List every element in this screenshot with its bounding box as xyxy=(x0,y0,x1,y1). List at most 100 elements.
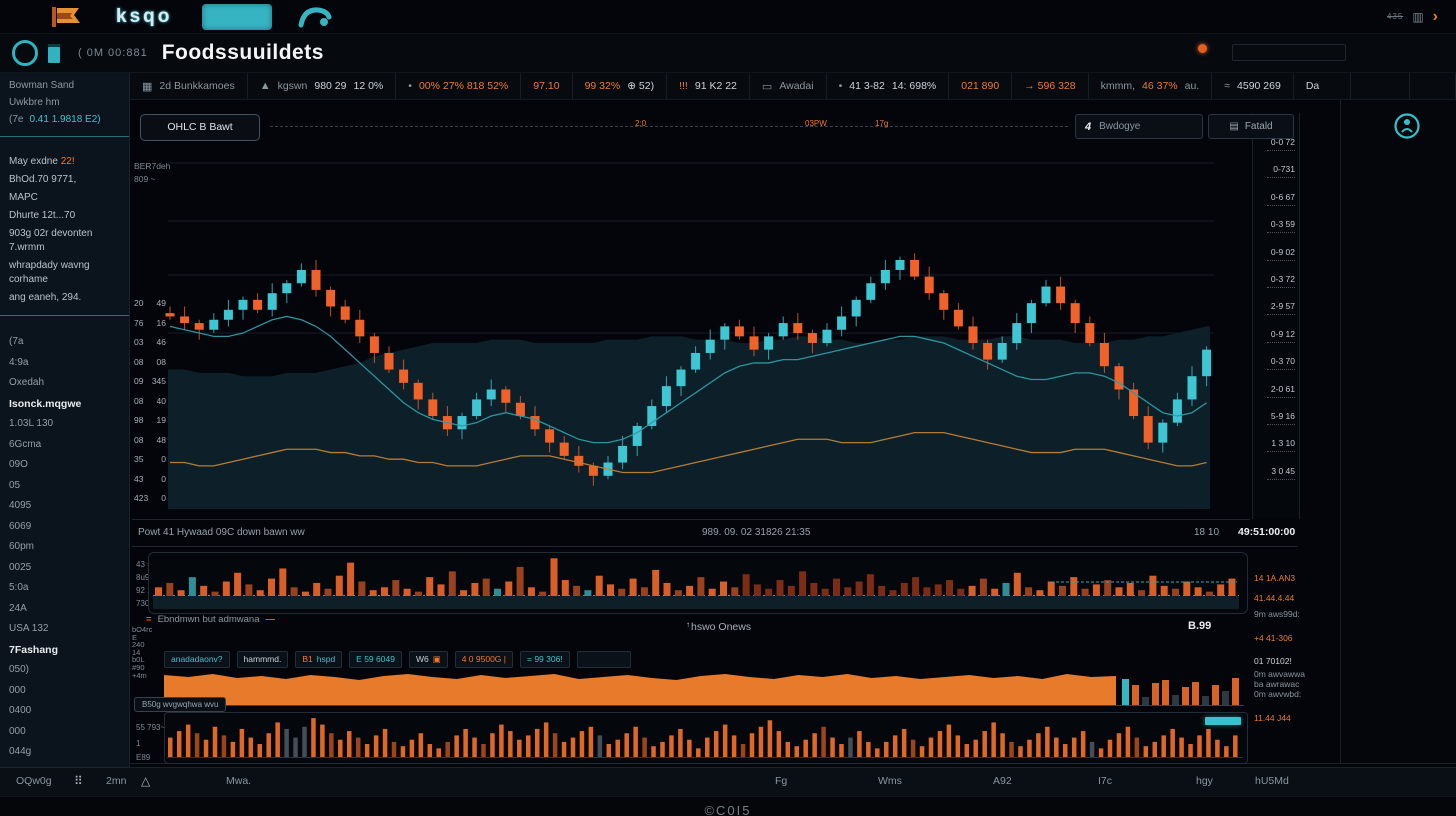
sidebar-item[interactable]: 24A xyxy=(0,599,129,620)
sidebar-item[interactable]: May exdne 22! xyxy=(0,153,129,171)
sidebar-item[interactable]: Bowman Sand xyxy=(0,77,129,94)
fatald-button[interactable]: ▤ Fatald xyxy=(1208,114,1294,139)
histogram-chip[interactable]: B50g wvgwqhwa wvu xyxy=(134,697,226,712)
histogram-panel[interactable] xyxy=(164,712,1248,764)
toolbar-segment[interactable]: 99 32%⊕ 52) xyxy=(573,73,668,99)
sidebar-item[interactable]: Isonck.mqgwe xyxy=(0,394,129,415)
sidebar-item[interactable]: USA 132 xyxy=(0,619,129,640)
card-icon[interactable] xyxy=(48,44,60,63)
filter-chip[interactable]: anadadaonv? xyxy=(164,651,230,668)
filter-chip[interactable]: = 99 306! xyxy=(520,651,570,668)
sidebar-item[interactable]: 05 xyxy=(0,476,129,497)
braille-icon[interactable]: ⠿ xyxy=(74,774,83,788)
band-axis-label: bO4rc xyxy=(132,626,168,634)
sidebar-item[interactable]: 4:9a xyxy=(0,353,129,374)
axis-tick xyxy=(1267,314,1295,315)
sidebar-item[interactable]: Oxedah xyxy=(0,373,129,394)
sidebar-item[interactable]: (7e0.41 1.9818 E2) xyxy=(0,111,129,128)
toolbar-segment[interactable]: 97.10 xyxy=(521,73,572,99)
sidebar-item[interactable]: BhOd.70 9771, xyxy=(0,171,129,189)
sidebar-item[interactable]: 09O xyxy=(0,455,129,476)
toolbar-segment[interactable]: 021 890 xyxy=(949,73,1012,99)
body: Bowman SandUwkbre hm(7e0.41 1.9818 E2) Ma… xyxy=(0,73,1456,767)
price-axis-label: 2-0 61 xyxy=(1255,384,1295,398)
sidebar-item[interactable]: 6Gcma xyxy=(0,435,129,456)
board-icon: ▤ xyxy=(1229,121,1238,132)
window-icon[interactable]: ▥ xyxy=(1412,10,1423,24)
price-axis-label: 0-3 70 xyxy=(1255,356,1295,370)
sidebar-item[interactable]: 0400 xyxy=(0,701,129,722)
toolbar-segment[interactable] xyxy=(1351,73,1411,99)
bottom-nav-item[interactable]: OQw0g xyxy=(16,775,52,787)
chart-search[interactable]: 4 Bwdogye xyxy=(1075,114,1203,139)
chip-text: 4 0 9500G | xyxy=(462,654,506,665)
filter-chip[interactable]: E 59 6049 xyxy=(349,651,402,668)
toolbar-segment[interactable]: • 00% 27% 818 52% xyxy=(396,73,521,99)
triangle-icon[interactable]: △ xyxy=(141,774,150,788)
filter-chip[interactable]: B1hspd xyxy=(295,651,342,668)
sidebar-item[interactable]: Dhurte 12t...70 xyxy=(0,207,129,225)
price-axis[interactable]: 0-0 720-7310-6 670-3 590-9 020-3 722-9 5… xyxy=(1252,113,1300,519)
sidebar-item[interactable]: 000 xyxy=(0,722,129,743)
toolbar-segment[interactable]: ▲kgswn980 2912 0% xyxy=(248,73,397,99)
filter-chip[interactable]: W6▣ xyxy=(409,651,448,668)
swoosh-icon[interactable] xyxy=(298,5,332,29)
candlestick-chart[interactable] xyxy=(132,113,1250,520)
sidebar-item[interactable]: 050) xyxy=(0,660,129,681)
toolbar-text: 2d Bunkkamoes xyxy=(159,80,234,92)
orderbook-row: 01 70102! xyxy=(1254,656,1292,666)
price-axis-label: 0-9 12 xyxy=(1255,329,1295,343)
toolbar-segment[interactable]: •41 3-8214: 698% xyxy=(827,73,950,99)
flag-icon xyxy=(52,7,82,27)
ohlc-button[interactable]: OHLC B Bawt xyxy=(140,114,260,141)
bottom-nav-item[interactable]: hgy xyxy=(1196,775,1213,787)
filter-chip[interactable]: 4 0 9500G | xyxy=(455,651,513,668)
sidebar-item[interactable]: 4095 xyxy=(0,496,129,517)
compass-user-icon[interactable] xyxy=(1393,112,1421,140)
volume-panel[interactable] xyxy=(148,552,1248,614)
sidebar-item[interactable]: Uwkbre hm xyxy=(0,94,129,111)
sidebar-item[interactable]: 60pm xyxy=(0,537,129,558)
toolbar-text: 00% 27% 818 52% xyxy=(419,80,508,92)
toolbar-segment[interactable]: kmmm,46 37%au. xyxy=(1089,73,1213,99)
search-input[interactable]: Bwdogye xyxy=(1099,121,1140,132)
bottom-nav-item[interactable]: Mwa. xyxy=(226,775,251,787)
header-box[interactable] xyxy=(1232,44,1346,61)
sidebar-item[interactable]: 0025 xyxy=(0,558,129,579)
toolbar-text: • xyxy=(408,80,412,92)
filter-chip[interactable] xyxy=(577,651,631,668)
sidebar-item[interactable]: (7a xyxy=(0,332,129,353)
bottom-nav-item[interactable]: I7c xyxy=(1098,775,1112,787)
band-panel-value: B.99 xyxy=(1188,620,1211,632)
toolbar-segment[interactable]: ▦2d Bunkkamoes xyxy=(130,73,248,99)
toolbar-segment[interactable]: → 596 328 xyxy=(1012,73,1088,99)
filter-chip[interactable]: hammmd. xyxy=(237,651,289,668)
sidebar-item[interactable]: 7Fashang xyxy=(0,640,129,661)
band-panel[interactable] xyxy=(164,670,1244,706)
bottom-nav-item[interactable]: Wms xyxy=(878,775,902,787)
app-logo-text[interactable]: ksqo xyxy=(116,6,172,28)
chevron-right-icon[interactable]: › xyxy=(1433,12,1438,22)
sidebar-item[interactable]: 6069 xyxy=(0,517,129,538)
toolbar-segment[interactable]: ≈4590 269 xyxy=(1212,73,1294,99)
sidebar-item[interactable]: whrapdady wavng corhame xyxy=(0,257,129,289)
toolbar-segment[interactable] xyxy=(1410,73,1456,99)
toolbar-segment[interactable]: ▭Awadai xyxy=(750,73,827,99)
sidebar-item[interactable]: 044g xyxy=(0,742,129,763)
sidebar-item[interactable]: ang eaneh, 294. xyxy=(0,289,129,307)
brand-tile[interactable] xyxy=(202,4,272,30)
bottom-nav-item[interactable]: A92 xyxy=(993,775,1012,787)
sidebar-item[interactable]: 000 xyxy=(0,681,129,702)
target-icon[interactable] xyxy=(12,40,38,66)
bottom-nav-item[interactable]: hU5Md xyxy=(1255,775,1289,787)
toolbar-segment[interactable]: !!!91 K2 22 xyxy=(667,73,750,99)
bottom-nav-item[interactable]: 2mn xyxy=(106,775,126,787)
sidebar-item[interactable]: MAPC xyxy=(0,189,129,207)
bottom-nav-item[interactable]: Fg xyxy=(775,775,787,787)
band-panel-title: ↑hswo Onews xyxy=(686,620,751,633)
sidebar-item[interactable]: 5:0a xyxy=(0,578,129,599)
toolbar-segment[interactable]: Da xyxy=(1294,73,1351,99)
sidebar-item[interactable]: 1.03L 130 xyxy=(0,414,129,435)
bottom-toolbar: OQw0g ⠿ 2mn △ Mwa. Fg Wms A92 I7c hgy hU5Md xyxy=(0,767,1456,797)
sidebar-item[interactable]: 903g 02r devonten 7.wrmm xyxy=(0,225,129,257)
